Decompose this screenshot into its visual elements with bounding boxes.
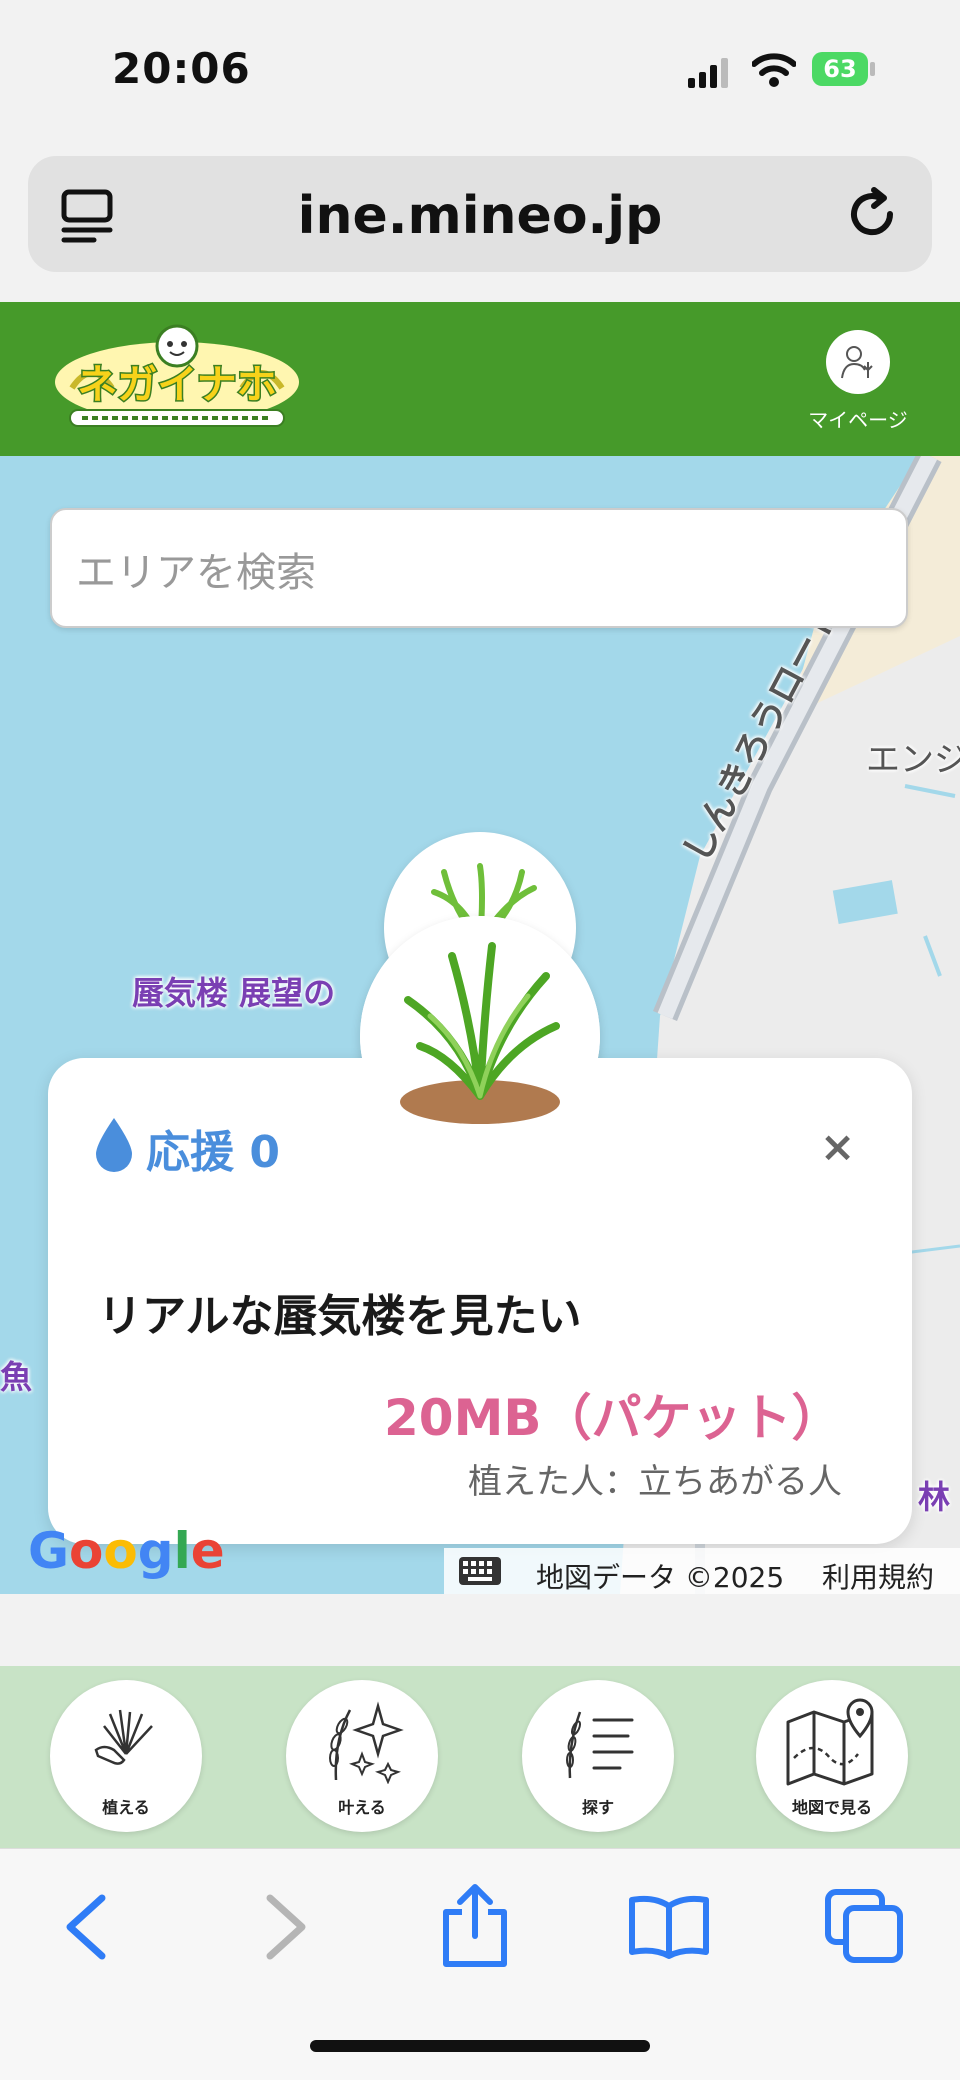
water-drop-icon [96,1118,132,1172]
user-icon [841,346,873,379]
search-wishes-label[interactable]: 探す [522,1794,674,1818]
status-time: 20:06 [112,44,251,93]
mypage-label[interactable]: マイページ [796,404,920,433]
svg-text:ネガイナホ: ネガイナホ [77,362,276,408]
home-indicator[interactable] [310,2040,650,2052]
share-icon[interactable] [440,1882,510,1968]
map-label-fish[interactable]: 魚 [0,1352,32,1398]
map-label-observatory[interactable]: 蜃気楼 展望の [132,968,335,1014]
forward-icon[interactable] [264,1894,310,1960]
wifi-icon [752,53,796,87]
reload-icon[interactable] [842,184,902,244]
search-placeholder: エリアを検索 [76,550,316,596]
plant-marker-selected-overlay[interactable] [360,916,600,1156]
mypage-button[interactable] [826,330,890,394]
battery-indicator: 63 [812,52,868,86]
battery-cap [870,62,875,76]
map-view-label[interactable]: 地図で見る [756,1794,908,1818]
grain-list-icon [566,1711,634,1779]
keyboard-icon[interactable] [458,1556,502,1586]
wish-title: リアルな蜃気楼を見たい [98,1291,582,1342]
signal-icon [688,58,728,88]
sparkle-grain-icon [329,1701,404,1784]
map-label-engine: エンジ [866,740,960,780]
plant-hand-icon [94,1709,153,1765]
support-count[interactable]: 応援 0 [146,1116,280,1180]
plant-button-label[interactable]: 植える [50,1794,202,1818]
map-data-text[interactable]: 地図データ ©2025 [536,1556,784,1596]
back-icon[interactable] [62,1894,108,1960]
fulfill-button-label[interactable]: 叶える [286,1794,438,1818]
planter-text: 植えた人：立ちあがる人 [468,1462,842,1502]
negai-inaho-logo[interactable]: ネガイナホ [52,318,302,440]
close-card-button[interactable]: × [820,1126,855,1168]
url-text[interactable]: ine.mineo.jp [180,186,780,246]
reward-text: 20MB（パケット） [384,1389,842,1447]
rice-plant-icon [400,942,560,1124]
tabs-icon[interactable] [824,1888,904,1964]
page-menu-icon[interactable] [60,188,116,244]
terms-link[interactable]: 利用規約 [822,1556,934,1596]
bookmarks-icon[interactable] [626,1894,712,1960]
map-pin-icon [786,1698,874,1786]
map-label-forest[interactable]: 林 [918,1472,950,1518]
google-logo: Google [28,1522,225,1580]
